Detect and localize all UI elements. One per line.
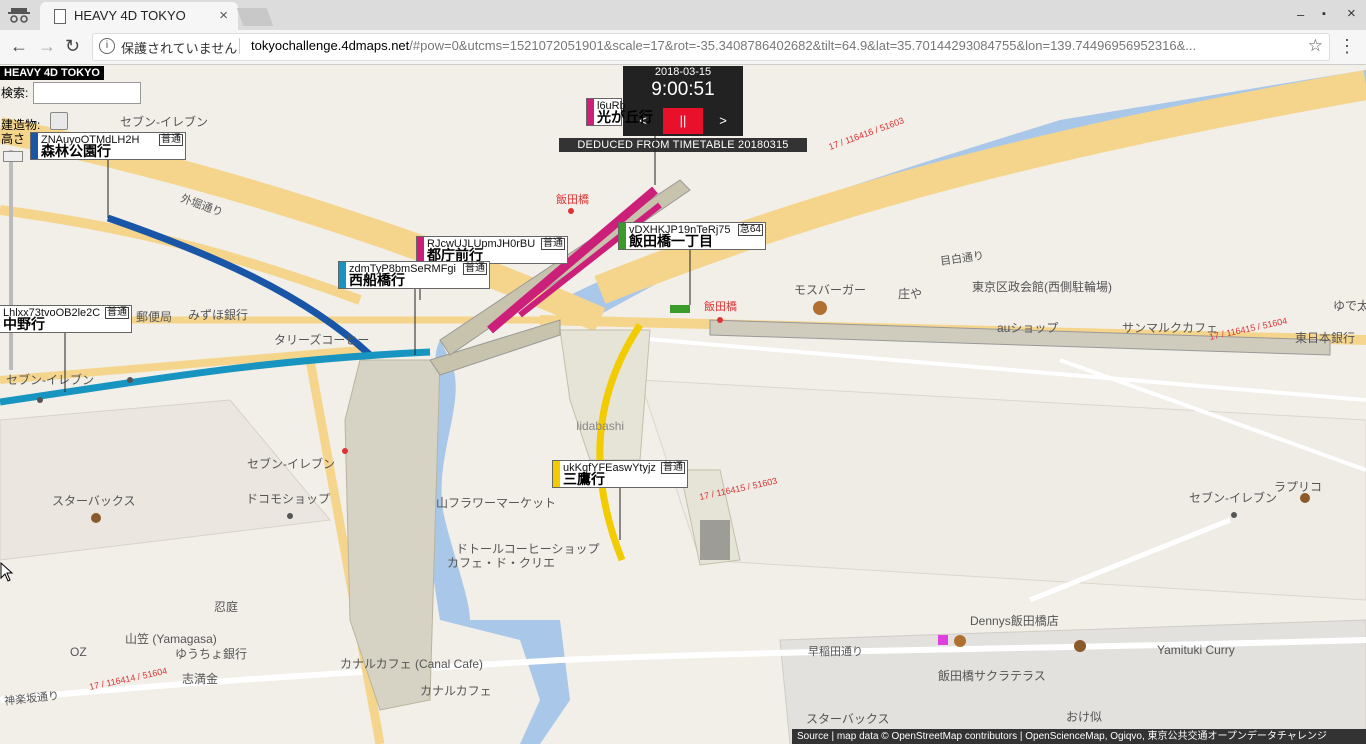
train-label[interactable]: vDXHKJP19nTeRj75 急64 飯田橋一丁目 (618, 222, 766, 250)
train-destination: 西船橋行 (349, 272, 405, 288)
train-destination: 光が丘行 (597, 109, 653, 125)
attribution-footer[interactable]: Source | map data © OpenStreetMap contri… (792, 729, 1366, 744)
train-line-color (417, 237, 424, 263)
train-destination: 都庁前行 (427, 247, 483, 263)
train-line-color (587, 99, 594, 125)
train-label[interactable]: zdmTyP8bmSeRMFgi 普通 西船橋行 (338, 261, 490, 289)
train-label[interactable]: RJcwUJLUpmJH0rBU 普通 都庁前行 (416, 236, 568, 264)
train-kind: 普通 (661, 462, 685, 474)
train-destination: 森林公園行 (41, 143, 111, 159)
train-leader-lines (64, 134, 691, 540)
train-line-color (553, 461, 560, 487)
train-destination: 三鷹行 (563, 471, 605, 487)
train-line-color (31, 133, 38, 159)
train-line-color (339, 262, 346, 288)
train-kind: 普通 (463, 263, 487, 275)
train-label[interactable]: l6uRb 光が丘行 (586, 98, 653, 126)
train-kind: 急64 (737, 224, 763, 236)
train-kind: 普通 (159, 134, 183, 146)
train-label[interactable]: Lhlxx73tvoOB2le2C 普通 中野行 (0, 305, 132, 333)
train-destination: 中野行 (3, 316, 45, 332)
train-label[interactable]: ukKgfYFEaswYtyjz 普通 三鷹行 (552, 460, 688, 488)
train-label[interactable]: ZNAuyoOTMdLH2H 普通 森林公園行 (30, 132, 186, 160)
train-kind: 普通 (541, 238, 565, 250)
train-kind: 普通 (105, 307, 129, 319)
train-line-color (619, 223, 626, 249)
train-destination: 飯田橋一丁目 (629, 233, 713, 249)
